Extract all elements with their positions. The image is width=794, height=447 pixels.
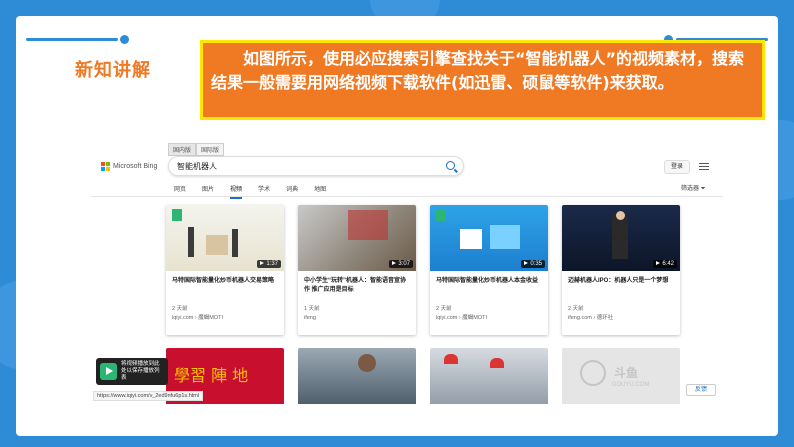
video-thumbnail[interactable]: 1:37 [166, 205, 284, 271]
video-thumbnail[interactable]: 3:07 [298, 205, 416, 271]
douyu-logo-icon [580, 360, 606, 386]
video-age: 2 天前 [436, 306, 452, 312]
divider [91, 196, 723, 197]
video-card[interactable]: 6:42 迈赫机器人IPO：机器人只是一个梦想 2 天前 ifeng.com ›… [562, 205, 680, 335]
video-duration: 1:37 [257, 260, 281, 268]
bing-screenshot: 国内版 国际版 Microsoft Bing 智能机器人 登录 网页 图片 视频… [91, 138, 723, 404]
status-url: https://www.iqiyi.com/v_2ed9nfu6p1s.html [93, 391, 204, 401]
video-age: 2 天前 [568, 306, 584, 312]
video-card[interactable] [298, 348, 416, 404]
illustration [206, 235, 228, 255]
save-playlist-popup[interactable]: 将视频播放到此处以保存播放列表 [96, 358, 168, 385]
video-source: lqiyi.com › 魔蝎MOTI [172, 315, 224, 321]
search-icon[interactable] [446, 161, 455, 170]
login-button[interactable]: 登录 [664, 160, 690, 174]
bing-logo[interactable]: Microsoft Bing [101, 162, 157, 171]
locale-tab-international[interactable]: 国际版 [196, 143, 225, 156]
video-card[interactable]: 1:37 马特国际智能量化炒币机器人交易策略 2 天前 lqiyi.com › … [166, 205, 284, 335]
video-source: ifeng [304, 315, 316, 321]
logo-text: Microsoft Bing [113, 163, 158, 170]
decor-dot [120, 35, 129, 44]
thumbnail-text: 斗鱼 [614, 366, 639, 380]
illustration [188, 227, 194, 257]
search-input[interactable]: 智能机器人 [168, 156, 464, 176]
funnel-icon: ⏷ [700, 186, 706, 192]
playlist-icon [100, 363, 117, 380]
video-card[interactable]: 斗鱼 DOUYU.COM [562, 348, 680, 404]
illustration [490, 225, 520, 249]
hamburger-menu-icon[interactable] [699, 163, 709, 172]
illustration [358, 354, 376, 372]
thumbnail-text: 學習 陣 地 [174, 366, 249, 385]
decor-line [26, 38, 118, 41]
video-card[interactable] [430, 348, 548, 404]
video-duration: 3:07 [389, 260, 413, 268]
video-age: 2 天前 [172, 306, 188, 312]
illustration [232, 229, 238, 257]
locale-tab-domestic[interactable]: 国内版 [168, 143, 197, 156]
illustration [348, 210, 388, 240]
filter-button[interactable]: 筛选器 ⏷ [681, 183, 706, 193]
video-source: ifeng.com › 德环社 [568, 315, 614, 321]
feedback-button[interactable]: 反馈 [686, 384, 716, 396]
illustration [490, 358, 504, 368]
section-title: 新知讲解 [75, 60, 151, 81]
video-card[interactable]: 3:07 中小学生“玩转”机器人：智能语音宣协作 推广应用是目标 1 天前 if… [298, 205, 416, 335]
video-duration: 0:35 [521, 260, 545, 268]
brand-logo-icon [436, 209, 446, 221]
illustration [444, 354, 458, 364]
thumbnail-caption: DOUYU.COM [612, 382, 650, 388]
illustration [616, 211, 625, 220]
search-query: 智能机器人 [177, 162, 217, 171]
video-thumbnail[interactable]: 0:35 [430, 205, 548, 271]
locale-switch: 国内版 国际版 [168, 143, 225, 156]
video-thumbnail[interactable]: 6:42 [562, 205, 680, 271]
windows-logo-icon [101, 162, 110, 171]
popup-text: 将视频播放到此处以保存播放列表 [121, 361, 160, 381]
video-title[interactable]: 马特国际智能量化炒币机器人交易策略 [166, 271, 284, 301]
instruction-callout: 如图所示，使用必应搜索引擎查找关于“智能机器人”的视频素材，搜索结果一般需要用网… [200, 40, 765, 120]
filter-label: 筛选器 [681, 186, 700, 192]
video-title[interactable]: 中小学生“玩转”机器人：智能语音宣协作 推广应用是目标 [298, 271, 416, 301]
video-age: 1 天前 [304, 306, 320, 312]
illustration [460, 229, 482, 249]
feedback-label: 反馈 [694, 387, 707, 393]
brand-logo-icon [172, 209, 182, 221]
video-source: lqiyi.com › 魔蝎MOTI [436, 315, 488, 321]
video-title[interactable]: 马特国际智能量化炒币机器人本金收益 [430, 271, 548, 301]
video-card[interactable]: 0:35 马特国际智能量化炒币机器人本金收益 2 天前 lqiyi.com › … [430, 205, 548, 335]
video-title[interactable]: 迈赫机器人IPO：机器人只是一个梦想 [562, 271, 680, 301]
video-duration: 6:42 [653, 260, 677, 268]
